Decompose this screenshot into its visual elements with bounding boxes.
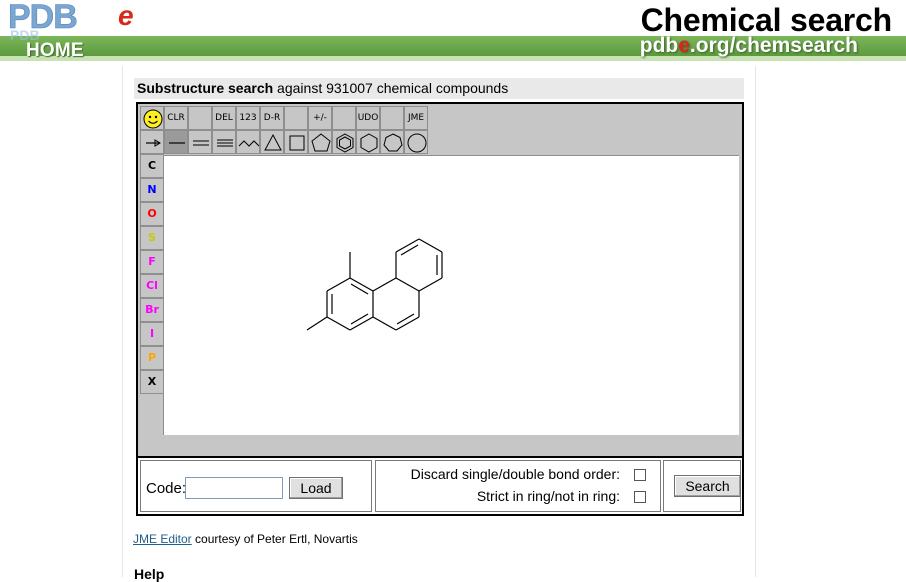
jme-top-button-4[interactable]: 123 [236, 106, 260, 130]
double-bond-icon [193, 140, 209, 146]
molecule-drawing [306, 238, 443, 331]
benzene-tool[interactable] [332, 130, 356, 154]
search-button-panel: Search [663, 460, 741, 512]
search-heading: Substructure search against 931007 chemi… [134, 78, 744, 99]
triple-bond-tool[interactable] [212, 130, 236, 154]
svg-text:e: e [118, 0, 134, 31]
single-bond-icon [169, 142, 185, 144]
site-url-accent: e [678, 34, 690, 57]
atom-button-n[interactable]: N [140, 178, 164, 202]
atom-button-c[interactable]: C [140, 154, 164, 178]
discard-bond-order-checkbox[interactable] [634, 469, 646, 481]
ring3-tool[interactable] [260, 130, 284, 154]
column-guide-left [122, 66, 123, 577]
jme-top-button-9[interactable]: UDO [356, 106, 380, 130]
options-panel: Discard single/double bond order: Strict… [375, 460, 661, 512]
pdbe-logo[interactable]: PDB e PDB [6, 0, 166, 42]
atom-button-o[interactable]: O [140, 202, 164, 226]
jme-top-button-1[interactable]: CLR [164, 106, 188, 130]
ring6-tool[interactable] [356, 130, 380, 154]
triangle-icon [264, 133, 282, 151]
strict-ring-checkbox[interactable] [634, 491, 646, 503]
code-panel: Code: Load [140, 460, 372, 512]
atom-button-s[interactable]: S [140, 226, 164, 250]
square-icon [289, 135, 305, 151]
arrow-icon [146, 139, 161, 147]
jme-editor-link[interactable]: JME Editor [133, 532, 192, 546]
ring8-tool[interactable] [404, 130, 428, 154]
site-url: pdbe.org/chemsearch [640, 34, 858, 58]
search-button[interactable]: Search [674, 475, 741, 497]
chain-icon [238, 140, 260, 147]
search-heading-rest: against 931007 chemical compounds [273, 80, 509, 96]
site-url-prefix: pdb [639, 34, 679, 57]
column-guide-right [755, 66, 756, 577]
jme-top-button-10[interactable] [380, 106, 404, 130]
pentagon-icon [311, 133, 331, 152]
atom-button-br[interactable]: Br [140, 298, 164, 322]
code-input[interactable] [185, 477, 283, 499]
code-label: Code: [146, 480, 187, 497]
jme-top-button-11[interactable]: JME [404, 106, 428, 130]
search-controls: Code: Load Discard single/double bond or… [136, 458, 744, 516]
benzene-icon [336, 133, 354, 153]
ring5-tool[interactable] [308, 130, 332, 154]
ring7-tool[interactable] [380, 130, 404, 154]
jme-top-button-8[interactable] [332, 106, 356, 130]
atom-button-x[interactable]: X [140, 370, 164, 394]
select-tool[interactable] [140, 130, 164, 154]
double-bond-tool[interactable] [188, 130, 212, 154]
discard-bond-order-label: Discard single/double bond order: [410, 466, 620, 482]
jme-top-button-3[interactable]: DEL [212, 106, 236, 130]
atom-button-f[interactable]: F [140, 250, 164, 274]
help-heading: Help [134, 566, 165, 582]
smiley-icon[interactable] [140, 106, 164, 130]
octagon-icon [407, 133, 427, 153]
credit-text: courtesy of Peter Ertl, Novartis [191, 532, 358, 546]
atom-button-cl[interactable]: Cl [140, 274, 164, 298]
atom-button-p[interactable]: P [140, 346, 164, 370]
molecule-canvas[interactable] [163, 155, 739, 435]
ring4-tool[interactable] [284, 130, 308, 154]
hexagon-icon [360, 133, 378, 153]
jme-top-button-5[interactable]: D-R [260, 106, 284, 130]
site-header: PDB e PDB HOME Chemical search pdbe.org/… [0, 0, 906, 66]
triple-bond-icon [217, 139, 233, 147]
jme-top-button-2[interactable] [188, 106, 212, 130]
jme-top-button-7[interactable]: +/- [308, 106, 332, 130]
single-bond-tool[interactable] [164, 130, 188, 154]
jme-editor[interactable]: CLR DEL 123 D-R +/- UDO JME C N O S F Cl Br I P X [136, 102, 744, 458]
heptagon-icon [383, 133, 403, 152]
strict-ring-label: Strict in ring/not in ring: [476, 488, 620, 504]
chain-tool[interactable] [236, 130, 260, 154]
jme-credit: JME Editor courtesy of Peter Ertl, Novar… [133, 532, 358, 546]
home-link[interactable]: HOME [26, 40, 84, 62]
load-button[interactable]: Load [289, 477, 343, 499]
jme-top-button-6[interactable] [284, 106, 308, 130]
search-heading-bold: Substructure search [137, 80, 274, 96]
atom-button-i[interactable]: I [140, 322, 164, 346]
site-url-suffix: .org/chemsearch [689, 34, 858, 57]
